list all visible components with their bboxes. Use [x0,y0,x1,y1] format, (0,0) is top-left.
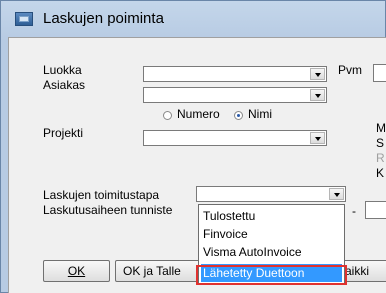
toimitustapa-label: Laskujen toimitustapa [43,188,160,202]
chevron-down-icon[interactable] [329,188,344,200]
luokka-combo[interactable] [143,66,327,82]
ok-button[interactable]: OK [43,260,110,282]
tunniste-to-field[interactable] [365,201,386,219]
chevron-down-icon[interactable] [310,132,325,144]
toimitustapa-combo[interactable] [196,186,346,202]
kaikki-button-label: aikki [345,264,370,278]
radio-numero-label: Numero [177,107,220,121]
projekti-label: Projekti [43,126,84,140]
title-bar[interactable]: Laskujen poiminta [1,1,386,37]
radio-numero[interactable] [163,111,172,120]
dropdown-option-finvoice[interactable]: Finvoice [201,225,342,243]
asiakas-combo[interactable] [143,87,327,103]
range-dash: - [352,204,356,218]
ok-tallenna-button-label: OK ja Talle [123,264,181,278]
tunniste-label: Laskutusaiheen tunniste [43,203,173,217]
right-label-r: R [376,151,385,165]
luokka-label: Luokka [43,63,82,77]
radio-nimi[interactable] [234,111,243,120]
chevron-down-icon[interactable] [310,68,325,80]
ok-button-label: OK [67,264,86,278]
pvm-field[interactable] [373,64,386,82]
asiakas-label: Asiakas [43,78,86,92]
window-title: Laskujen poiminta [43,10,164,27]
pvm-label: Pvm [338,63,362,77]
right-label-m: M [376,121,386,135]
chevron-down-icon[interactable] [310,89,325,101]
app-window-icon [15,12,33,26]
dropdown-option-visma-autoinvoice[interactable]: Visma AutoInvoice [201,243,342,261]
highlight-annotation-box [196,265,347,285]
radio-nimi-label: Nimi [248,107,272,121]
ok-tallenna-button[interactable]: OK ja Talle [115,260,203,282]
dropdown-option-tulostettu[interactable]: Tulostettu [201,207,342,225]
right-label-k: K [376,166,385,180]
right-label-s: S [376,136,385,150]
projekti-combo[interactable] [143,130,327,146]
